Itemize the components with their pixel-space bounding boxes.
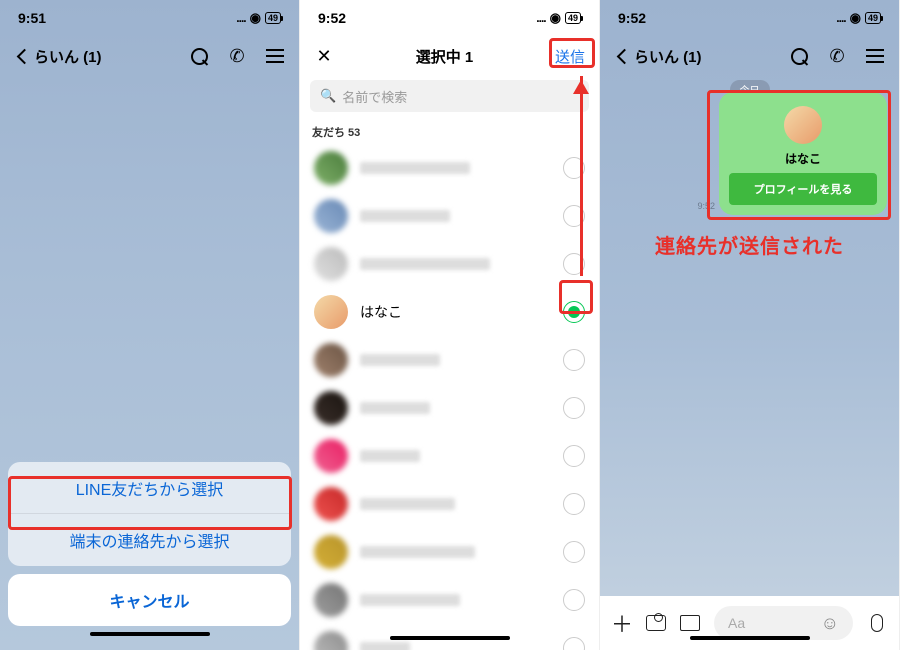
status-bar: 9:52 .... ◉ 49	[600, 0, 899, 36]
chat-nav: らいん (1)	[0, 36, 299, 76]
search-icon[interactable]	[789, 46, 809, 66]
search-input[interactable]: 🔍 名前で検索	[310, 80, 589, 112]
status-bar: 9:52 .... ◉ 49	[300, 0, 599, 36]
home-indicator	[390, 636, 510, 640]
friends-section-header: 友だち 53	[300, 120, 599, 144]
message-time: 9:52	[697, 201, 715, 211]
list-item[interactable]	[300, 144, 599, 192]
search-placeholder: 名前で検索	[342, 87, 407, 106]
check-icon[interactable]	[563, 301, 585, 323]
cellular-icon: ....	[836, 11, 845, 25]
battery-icon: 49	[565, 12, 581, 24]
status-bar: 9:51 .... ◉ 49	[0, 0, 299, 36]
back-icon[interactable]	[14, 46, 34, 66]
picker-title: 選択中 1	[334, 46, 555, 67]
wifi-icon: ◉	[250, 10, 261, 26]
status-time: 9:52	[318, 10, 346, 26]
sheet-option-device-contacts[interactable]: 端末の連絡先から選択	[8, 514, 291, 566]
list-item[interactable]	[300, 432, 599, 480]
avatar	[784, 106, 822, 144]
emoji-icon[interactable]	[821, 613, 839, 634]
view-profile-button[interactable]: プロフィールを見る	[729, 173, 877, 205]
sheet-cancel[interactable]: キャンセル	[8, 574, 291, 626]
battery-icon: 49	[265, 12, 281, 24]
menu-icon[interactable]	[865, 46, 885, 66]
friends-list: はなこ	[300, 144, 599, 650]
cellular-icon: ....	[236, 11, 245, 25]
input-placeholder: Aa	[728, 615, 745, 631]
list-item[interactable]	[300, 192, 599, 240]
home-indicator	[690, 636, 810, 640]
list-item[interactable]	[300, 384, 599, 432]
search-icon: 🔍	[320, 88, 336, 104]
list-item[interactable]	[300, 336, 599, 384]
message-input[interactable]: Aa	[714, 606, 853, 640]
camera-icon[interactable]	[646, 613, 666, 633]
menu-icon[interactable]	[265, 46, 285, 66]
input-bar: Aa	[600, 596, 899, 650]
status-time: 9:51	[18, 10, 46, 26]
action-sheet: LINE友だちから選択 端末の連絡先から選択 キャンセル	[0, 454, 299, 650]
list-item[interactable]	[300, 240, 599, 288]
mic-icon[interactable]	[867, 613, 887, 633]
close-icon[interactable]	[314, 46, 334, 66]
friend-name: はなこ	[360, 302, 551, 322]
status-time: 9:52	[618, 10, 646, 26]
back-icon[interactable]	[614, 46, 634, 66]
plus-icon[interactable]	[612, 613, 632, 633]
sheet-option-line-friends[interactable]: LINE友だちから選択	[8, 462, 291, 514]
home-indicator	[90, 632, 210, 636]
chat-title: らいん (1)	[34, 46, 189, 67]
send-button[interactable]: 送信	[555, 46, 585, 67]
cellular-icon: ....	[536, 11, 545, 25]
list-item[interactable]	[300, 528, 599, 576]
list-item[interactable]	[300, 576, 599, 624]
wifi-icon: ◉	[850, 10, 861, 26]
arrow-annotation	[580, 76, 583, 276]
list-item[interactable]	[300, 480, 599, 528]
gallery-icon[interactable]	[680, 613, 700, 633]
wifi-icon: ◉	[550, 10, 561, 26]
annotation-caption: 連絡先が送信された	[600, 230, 899, 259]
picker-nav: 選択中 1 送信	[300, 36, 599, 76]
call-icon[interactable]	[227, 46, 247, 66]
chat-title: らいん (1)	[634, 46, 789, 67]
battery-icon: 49	[865, 12, 881, 24]
list-item-selected[interactable]: はなこ	[300, 288, 599, 336]
contact-card[interactable]: はなこ プロフィールを見る	[719, 92, 887, 215]
contact-name: はなこ	[785, 150, 821, 167]
chat-nav: らいん (1)	[600, 36, 899, 76]
call-icon[interactable]	[827, 46, 847, 66]
search-icon[interactable]	[189, 46, 209, 66]
